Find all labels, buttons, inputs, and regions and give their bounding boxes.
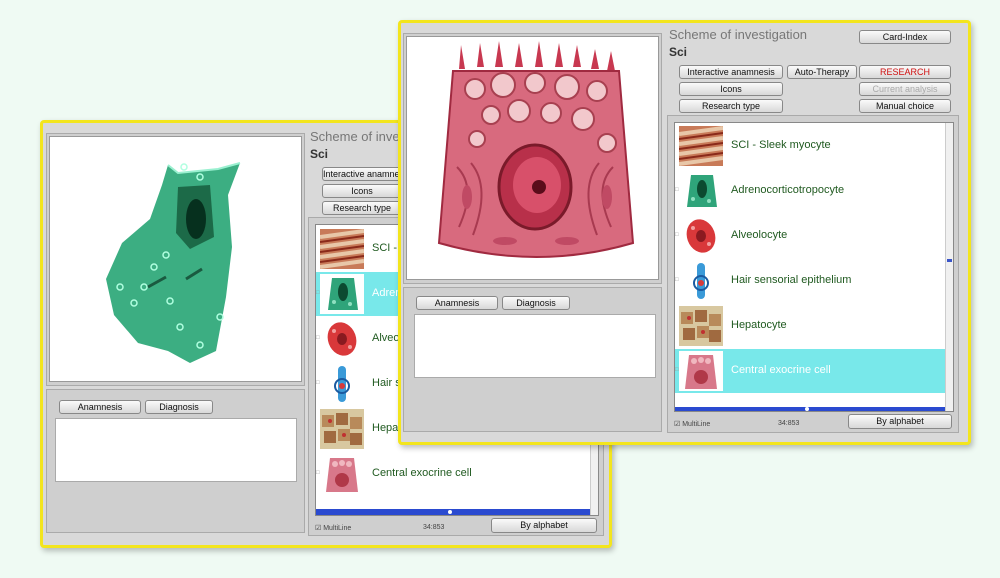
- diagnosis-tab[interactable]: Diagnosis: [145, 400, 213, 414]
- horizontal-scrollbar[interactable]: [316, 509, 590, 515]
- anamnesis-textarea[interactable]: [55, 418, 297, 482]
- window-title: Scheme of invest: [310, 129, 410, 144]
- list-item[interactable]: Hepatocyte: [675, 304, 945, 348]
- window-subtitle: Sci: [669, 45, 688, 59]
- list-item[interactable]: □ Adrenocorticotropocyte: [675, 169, 945, 213]
- list-item[interactable]: □ Hair sensorial epithelium: [675, 259, 945, 303]
- list-item[interactable]: □ Central exocrine cell: [316, 452, 590, 496]
- anamnesis-tab[interactable]: Anamnesis: [59, 400, 141, 414]
- preview-panel: [403, 33, 662, 284]
- vertical-scrollbar[interactable]: [945, 123, 953, 411]
- interactive-anamnesis-button[interactable]: Interactive anamnesis: [679, 65, 783, 79]
- adrenocyte-icon: [679, 171, 723, 211]
- window-subtitle: Sci: [310, 147, 329, 161]
- myocyte-icon: [679, 126, 723, 166]
- anamnesis-panel: Anamnesis Diagnosis: [403, 287, 662, 432]
- exocrine-cell-icon: [679, 351, 723, 391]
- scroll-thumb[interactable]: [805, 407, 809, 411]
- cell-list[interactable]: SCI - Sleek myocyte □ Adrenocorticotropo…: [674, 122, 954, 412]
- hepatocyte-icon: [320, 409, 364, 449]
- anamnesis-panel: Anamnesis Diagnosis: [46, 389, 305, 533]
- by-alphabet-button[interactable]: By alphabet: [848, 414, 952, 429]
- by-alphabet-button[interactable]: By alphabet: [491, 518, 597, 533]
- exocrine-cell-large-icon: [437, 41, 635, 258]
- scroll-thumb[interactable]: [947, 259, 952, 262]
- adrenocyte-icon: [320, 274, 364, 314]
- alveolocyte-icon: [679, 216, 723, 256]
- window-title: Scheme of investigation: [669, 27, 808, 42]
- icons-button[interactable]: Icons: [679, 82, 783, 96]
- list-item[interactable]: SCI - Sleek myocyte: [675, 124, 945, 168]
- exocrine-cell-icon: [320, 454, 364, 494]
- multiline-checkbox[interactable]: ☑ MultiLine: [674, 420, 710, 428]
- preview-panel: [46, 133, 305, 386]
- current-analysis-button[interactable]: Current analysis: [859, 82, 951, 96]
- hair-cell-icon: [320, 364, 364, 404]
- cell-preview: [49, 136, 302, 382]
- manual-choice-button[interactable]: Manual choice: [859, 99, 951, 113]
- list-item-selected[interactable]: □ Central exocrine cell: [675, 349, 945, 393]
- green-cell-icon: [106, 162, 241, 363]
- cell-preview: [406, 36, 659, 280]
- hepatocyte-icon: [679, 306, 723, 346]
- hair-cell-icon: [679, 261, 723, 301]
- horizontal-scrollbar[interactable]: [675, 407, 945, 411]
- auto-therapy-button[interactable]: Auto-Therapy: [787, 65, 857, 79]
- list-panel: SCI - Sleek myocyte □ Adrenocorticotropo…: [667, 115, 959, 433]
- card-index-button[interactable]: Card-Index: [859, 30, 951, 44]
- anamnesis-textarea[interactable]: [414, 314, 656, 378]
- interactive-anamnesis-button[interactable]: Interactive anamnesis: [322, 167, 402, 181]
- research-type-button[interactable]: Research type: [322, 201, 402, 215]
- diagnosis-tab[interactable]: Diagnosis: [502, 296, 570, 310]
- list-item[interactable]: □ Alveolocyte: [675, 214, 945, 258]
- alveolocyte-icon: [320, 319, 364, 359]
- myocyte-icon: [320, 229, 364, 269]
- research-button[interactable]: RESEARCH: [859, 65, 951, 79]
- timer-readout: 34:853: [423, 524, 445, 531]
- multiline-checkbox[interactable]: ☑ MultiLine: [315, 524, 351, 532]
- scroll-thumb[interactable]: [448, 510, 452, 514]
- timer-readout: 34:853: [778, 420, 800, 427]
- anamnesis-tab[interactable]: Anamnesis: [416, 296, 498, 310]
- front-window: Anamnesis Diagnosis Scheme of investigat…: [398, 20, 971, 445]
- research-type-button[interactable]: Research type: [679, 99, 783, 113]
- icons-button[interactable]: Icons: [322, 184, 402, 198]
